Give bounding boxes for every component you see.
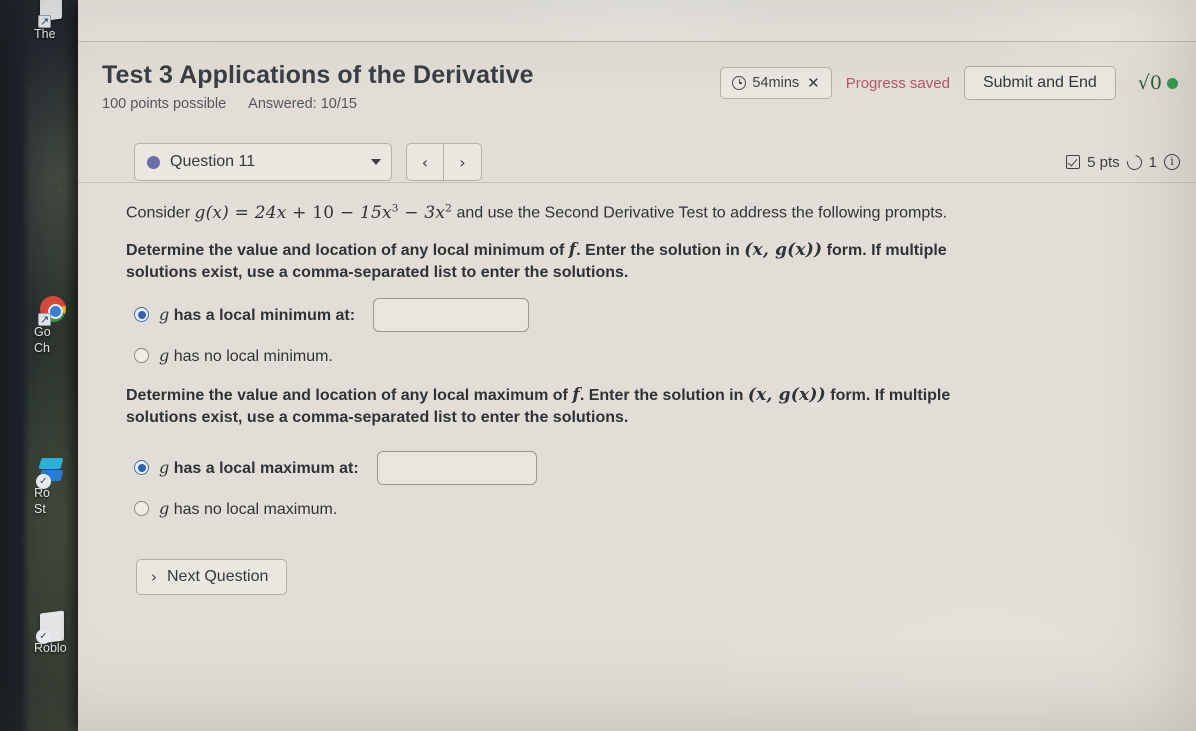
assessment-meta: 100 points possible Answered: 10/15 [102, 96, 534, 112]
roblox-studio-icon: ✓ [36, 458, 66, 489]
header-tools: 54mins ✕ Progress saved Submit and End √… [720, 58, 1178, 100]
submit-and-end-button[interactable]: Submit and End [963, 66, 1116, 100]
shortcut-arrow-icon: ↗ [38, 0, 67, 28]
page-title: Test 3 Applications of the Derivative [102, 61, 534, 89]
retry-icon [1123, 151, 1145, 173]
question-meta: 5 pts 1 i [1066, 151, 1182, 173]
desktop-icon-roblox[interactable]: ✓ Roblo [34, 610, 84, 655]
points-possible: 100 points possible [102, 96, 227, 112]
desktop-icon-roblox-studio[interactable]: ✓ Ro St [34, 458, 84, 516]
min-prompt-part-b: . Enter the solution in [576, 241, 745, 259]
local-minimum-prompt: Determine the value and location of any … [126, 239, 1006, 284]
choice-min-none-label: g has no local minimum. [159, 345, 333, 365]
choice-min-none[interactable]: g has no local minimum. [134, 346, 1156, 366]
clock-icon [732, 76, 747, 90]
math-keyboard-tool[interactable]: √0 [1138, 72, 1178, 94]
choice-max-none-label: g has no local maximum. [159, 498, 338, 518]
assessment-page: Test 3 Applications of the Derivative 10… [78, 42, 1196, 731]
choice-min-has-label: g has a local minimum at: [159, 304, 356, 324]
previous-question-button[interactable]: ‹ [406, 143, 444, 181]
question-status-dot-icon [147, 155, 160, 169]
choice-max-none[interactable]: g has no local maximum. [134, 499, 1156, 519]
question-intro: Consider g(x) = 24x + 10 − 15x3 − 3x2 an… [126, 197, 1006, 225]
title-block: Test 3 Applications of the Derivative 10… [102, 58, 534, 112]
chevron-down-icon[interactable] [371, 159, 381, 165]
radio-max-has[interactable] [134, 460, 149, 476]
points-badge: 5 pts [1087, 153, 1120, 171]
green-dot-icon [1167, 77, 1178, 89]
local-maximum-prompt: Determine the value and location of any … [126, 384, 1006, 429]
roblox-icon: ✓ [36, 610, 67, 644]
solution-form-tex: (x, g(x)) [747, 384, 826, 405]
progress-saved-status: Progress saved [845, 74, 950, 92]
desktop-icon-label-line2: St [34, 502, 46, 516]
intro-suffix: and use the Second Derivative Test to ad… [452, 204, 948, 222]
desktop-icon-label-line2: Ch [34, 341, 50, 355]
nav-underline [78, 182, 1196, 183]
solution-form-tex: (x, g(x)) [744, 239, 823, 260]
min-answer-input[interactable] [373, 297, 530, 332]
function-expression: g(x) = 24x + 10 − 15x3 − 3x2 [194, 202, 453, 223]
question-arrows: ‹ › [406, 143, 482, 181]
answered-count: Answered: 10/15 [248, 96, 357, 112]
max-prompt-part-a: Determine the value and location of any … [126, 386, 573, 404]
screen-photo: ↗ The ↗ Go Ch ✓ Ro St ✓ Roblo Test 3 App… [0, 0, 1196, 731]
question-nav-bar: Question 11 ‹ › 5 pts 1 i [78, 142, 1196, 182]
next-question-arrow-button[interactable]: › [444, 143, 482, 181]
close-icon[interactable]: ✕ [807, 74, 820, 92]
radio-max-none[interactable] [134, 501, 149, 517]
checkbox-checked-icon [1066, 155, 1081, 169]
question-selector-dropdown[interactable]: Question 11 [134, 143, 392, 181]
timer-value: 54mins [752, 75, 800, 91]
chrome-icon: ↗ [38, 296, 67, 326]
desktop-background: ↗ The ↗ Go Ch ✓ Ro St ✓ Roblo [0, 0, 84, 731]
desktop-icon-label: The [34, 27, 56, 41]
max-prompt-part-b: . Enter the solution in [579, 386, 748, 404]
next-question-button[interactable]: › Next Question [136, 558, 288, 595]
choice-min-has[interactable]: g has a local minimum at: [134, 297, 1156, 332]
radio-min-none[interactable] [134, 348, 149, 364]
max-prompt-f: f [572, 384, 580, 405]
desktop-icon-google-chrome[interactable]: ↗ Go Ch [34, 296, 84, 355]
intro-prefix: Consider [126, 204, 195, 222]
min-prompt-part-a: Determine the value and location of any … [126, 241, 569, 259]
question-content: Consider g(x) = 24x + 10 − 15x3 − 3x2 an… [78, 197, 1196, 595]
browser-window: Test 3 Applications of the Derivative 10… [78, 0, 1196, 731]
desktop-left-shadow [0, 0, 30, 731]
timer-button[interactable]: 54mins ✕ [720, 67, 832, 99]
next-question-label: Next Question [167, 567, 269, 585]
info-icon[interactable]: i [1164, 154, 1180, 170]
question-nav-left: Question 11 ‹ › [134, 143, 482, 181]
chevron-right-icon: › [151, 567, 157, 586]
choice-max-has-label: g has a local maximum at: [159, 457, 359, 477]
assessment-header: Test 3 Applications of the Derivative 10… [78, 58, 1196, 128]
question-label: Question 11 [170, 153, 256, 170]
sqrt-icon: √0 [1137, 72, 1162, 94]
desktop-icon-label-line1: Go [34, 325, 51, 339]
desktop-icon-the-shortcut[interactable]: ↗ The [34, 0, 84, 41]
radio-min-has[interactable] [134, 307, 149, 323]
attempts-count: 1 [1148, 153, 1157, 171]
max-answer-input[interactable] [376, 450, 537, 485]
choice-max-has[interactable]: g has a local maximum at: [134, 450, 1156, 485]
page-top-strip [78, 0, 1196, 42]
